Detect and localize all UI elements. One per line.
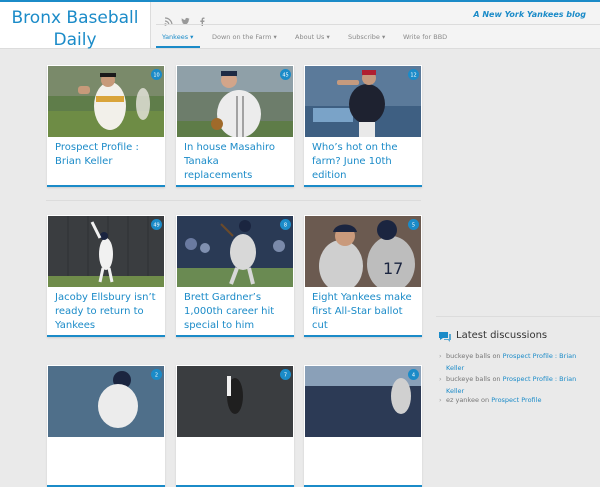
chevron-right-icon: ›: [439, 396, 442, 404]
comment-count: 5: [412, 223, 415, 229]
comments-icon[interactable]: 7: [280, 369, 291, 380]
discussion-on: on: [481, 396, 490, 404]
post-card[interactable]: 12 Who’s hot on the farm? June 10th edit…: [304, 65, 422, 187]
facebook-icon[interactable]: [198, 11, 207, 26]
post-card[interactable]: 10 Prospect Profile : Brian Keller: [47, 65, 165, 187]
social-links: [164, 11, 207, 26]
comments-icon[interactable]: 4: [408, 369, 419, 380]
chevron-right-icon: ›: [439, 352, 442, 360]
main-nav: Yankees ▾ Down on the Farm ▾ About Us ▾ …: [156, 24, 600, 49]
discussion-icon: [439, 332, 451, 342]
comment-count: 2: [155, 373, 158, 379]
nav-item-subscribe[interactable]: Subscribe ▾: [348, 33, 385, 41]
comment-count: 7: [284, 373, 287, 379]
post-thumbnail[interactable]: [305, 66, 421, 137]
site-tagline: A New York Yankees blog: [473, 10, 586, 19]
discussion-user: ez yankee: [446, 396, 479, 404]
post-card[interactable]: 17 5 Eight Yankees make first All-Star b…: [304, 215, 422, 337]
post-thumbnail[interactable]: [177, 366, 293, 437]
post-thumbnail[interactable]: [305, 366, 421, 437]
discussion-item: › ez yankee on Prospect Profile: [439, 394, 596, 406]
sidebar-divider: [436, 316, 600, 317]
site-title[interactable]: Bronx Baseball Daily: [0, 7, 150, 51]
comment-count: 49: [153, 223, 159, 229]
discussion-user: buckeye balls: [446, 352, 491, 360]
row-divider: [46, 200, 421, 201]
widget-title: Latest discussions: [456, 330, 548, 341]
post-title[interactable]: Eight Yankees make first All-Star ballot…: [312, 291, 418, 333]
comments-icon[interactable]: 8: [280, 219, 291, 230]
post-card[interactable]: 7: [176, 365, 294, 487]
post-title[interactable]: Brett Gardner’s 1,000th career hit speci…: [184, 291, 290, 333]
comments-icon[interactable]: 2: [151, 369, 162, 380]
post-card[interactable]: 49 Jacoby Ellsbury isn’t ready to return…: [47, 215, 165, 337]
post-thumbnail[interactable]: [48, 66, 164, 137]
chevron-right-icon: ›: [439, 375, 442, 383]
comments-icon[interactable]: 5: [408, 219, 419, 230]
post-card[interactable]: 45 In house Masahiro Tanaka replacements: [176, 65, 294, 187]
svg-text:17: 17: [383, 259, 403, 278]
nav-item-about-us[interactable]: About Us ▾: [295, 33, 330, 41]
discussion-post-link[interactable]: Prospect Profile: [491, 396, 541, 404]
comment-count: 12: [410, 73, 416, 79]
post-thumbnail[interactable]: [177, 216, 293, 287]
post-thumbnail[interactable]: [48, 216, 164, 287]
comments-icon[interactable]: 10: [151, 69, 162, 80]
site-logo[interactable]: Bronx Baseball Daily: [0, 2, 151, 51]
post-card[interactable]: 4: [304, 365, 422, 487]
post-card[interactable]: 8 Brett Gardner’s 1,000th career hit spe…: [176, 215, 294, 337]
comment-count: 4: [412, 373, 415, 379]
discussion-user: buckeye balls: [446, 375, 491, 383]
nav-item-down-on-the-farm[interactable]: Down on the Farm ▾: [212, 33, 277, 41]
twitter-icon[interactable]: [181, 11, 190, 25]
discussion-item: › buckeye balls on Prospect Profile : Br…: [439, 350, 596, 374]
comment-count: 8: [284, 223, 287, 229]
post-title[interactable]: Prospect Profile : Brian Keller: [55, 141, 161, 169]
post-thumbnail[interactable]: 17: [305, 216, 421, 287]
comments-icon[interactable]: 45: [280, 69, 291, 80]
comments-icon[interactable]: 49: [151, 219, 162, 230]
post-title[interactable]: In house Masahiro Tanaka replacements: [184, 141, 290, 183]
nav-item-yankees[interactable]: Yankees ▾: [162, 33, 193, 41]
rss-icon[interactable]: [164, 11, 173, 26]
post-card[interactable]: 2: [47, 365, 165, 487]
post-title[interactable]: Who’s hot on the farm? June 10th edition: [312, 141, 418, 183]
discussion-on: on: [492, 375, 501, 383]
comment-count: 10: [153, 73, 159, 79]
nav-active-indicator: [156, 46, 200, 48]
discussion-on: on: [492, 352, 501, 360]
post-thumbnail[interactable]: [48, 366, 164, 437]
post-title[interactable]: Jacoby Ellsbury isn’t ready to return to…: [55, 291, 161, 333]
comments-icon[interactable]: 12: [408, 69, 419, 80]
post-thumbnail[interactable]: [177, 66, 293, 137]
comment-count: 45: [282, 73, 288, 79]
nav-item-write-for-bbd[interactable]: Write for BBD: [403, 33, 447, 41]
